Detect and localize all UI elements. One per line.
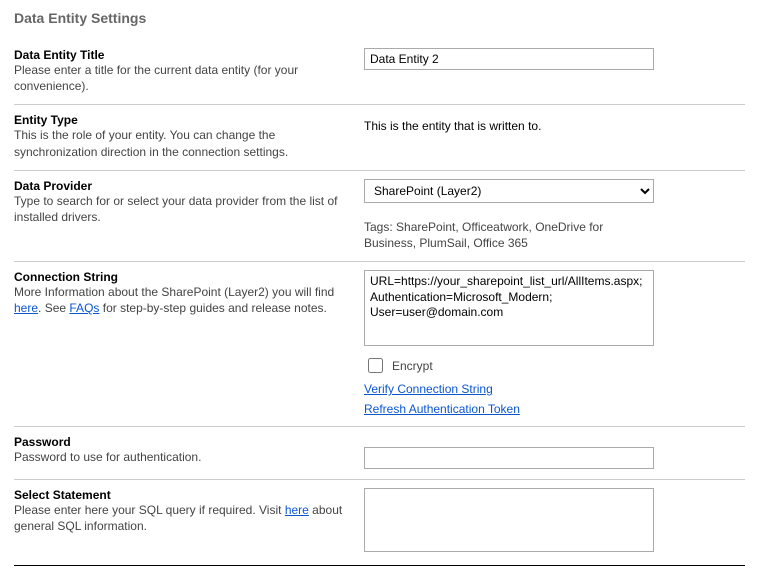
cs-help-mid: . See <box>38 301 69 315</box>
password-help: Password to use for authentication. <box>14 449 354 465</box>
connection-string-label: Connection String <box>14 270 354 284</box>
select-statement-help: Please enter here your SQL query if requ… <box>14 502 354 534</box>
cs-help-faqs-link[interactable]: FAQs <box>69 301 99 315</box>
section-select-statement: Select Statement Please enter here your … <box>14 480 745 566</box>
select-statement-label: Select Statement <box>14 488 354 502</box>
select-statement-textarea[interactable] <box>364 488 654 552</box>
connection-string-help: More Information about the SharePoint (L… <box>14 284 354 316</box>
ss-help-pre: Please enter here your SQL query if requ… <box>14 503 285 517</box>
data-provider-label: Data Provider <box>14 179 354 193</box>
page-title: Data Entity Settings <box>14 10 745 26</box>
encrypt-checkbox[interactable] <box>368 358 383 373</box>
entity-title-label: Data Entity Title <box>14 48 354 62</box>
refresh-token-link[interactable]: Refresh Authentication Token <box>364 402 520 416</box>
entity-title-input[interactable] <box>364 48 654 70</box>
encrypt-label: Encrypt <box>392 359 433 373</box>
data-provider-tags: Tags: SharePoint, Officeatwork, OneDrive… <box>364 219 654 251</box>
section-entity-type: Entity Type This is the role of your ent… <box>14 105 745 170</box>
section-entity-title: Data Entity Title Please enter a title f… <box>14 40 745 105</box>
entity-type-value: This is the entity that is written to. <box>364 113 745 133</box>
cs-help-here-link[interactable]: here <box>14 301 38 315</box>
connection-string-textarea[interactable] <box>364 270 654 346</box>
password-label: Password <box>14 435 354 449</box>
entity-title-help: Please enter a title for the current dat… <box>14 62 354 94</box>
section-connection-string: Connection String More Information about… <box>14 262 745 427</box>
verify-connection-link[interactable]: Verify Connection String <box>364 382 493 396</box>
data-provider-select[interactable]: SharePoint (Layer2) <box>364 179 654 203</box>
entity-type-label: Entity Type <box>14 113 354 127</box>
entity-type-help: This is the role of your entity. You can… <box>14 127 354 159</box>
password-input[interactable] <box>364 447 654 469</box>
ss-help-here-link[interactable]: here <box>285 503 309 517</box>
section-password: Password Password to use for authenticat… <box>14 427 745 480</box>
cs-help-pre: More Information about the SharePoint (L… <box>14 285 334 299</box>
cs-help-post: for step-by-step guides and release note… <box>99 301 326 315</box>
section-data-provider: Data Provider Type to search for or sele… <box>14 171 745 262</box>
data-provider-help: Type to search for or select your data p… <box>14 193 354 225</box>
